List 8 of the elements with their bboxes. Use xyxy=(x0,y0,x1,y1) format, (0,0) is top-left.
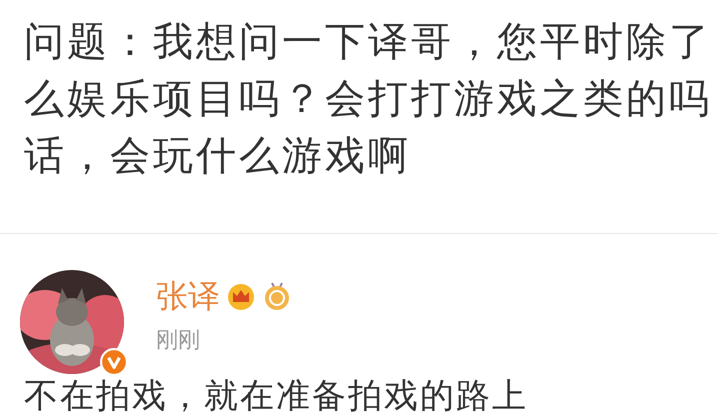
question-text: 么娱乐项目吗？会打打游戏之类的吗 xyxy=(24,75,713,124)
question-text: 问题：我想问一下译哥，您平时除了 xyxy=(24,18,713,67)
medal-icon xyxy=(262,281,292,311)
user-name[interactable]: 张译 xyxy=(156,276,220,316)
question-text: 话，会玩什么游戏啊 xyxy=(24,132,412,181)
post-time: 刚刚 xyxy=(156,327,201,355)
crown-icon xyxy=(226,281,256,311)
reply-text: 不在拍戏，就在准备拍戏的路上 xyxy=(23,375,529,415)
